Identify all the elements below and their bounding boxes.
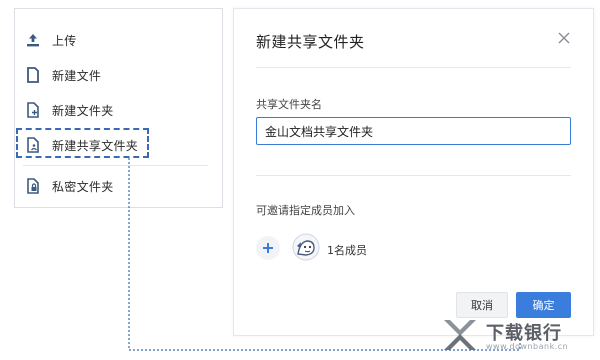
member-count: 1名成员 [327, 244, 367, 257]
menu-divider [23, 165, 208, 166]
menu-item-new-shared-folder[interactable]: 新建共享文件夹 [15, 130, 222, 160]
dialog-divider [256, 67, 571, 68]
new-folder-icon [27, 102, 39, 118]
shared-folder-icon [27, 137, 39, 153]
invite-label: 可邀请指定成员加入 [256, 204, 355, 217]
confirm-button[interactable]: 确定 [516, 292, 571, 318]
file-icon [27, 67, 39, 83]
menu-item-new-file[interactable]: 新建文件 [15, 60, 222, 90]
folder-name-input[interactable] [256, 117, 571, 145]
menu-item-label: 私密文件夹 [52, 179, 114, 194]
menu-item-label: 上传 [52, 33, 77, 48]
watermark-url: www.downbank.cn [486, 342, 569, 351]
close-icon[interactable] [557, 31, 571, 45]
menu-item-upload[interactable]: 上传 [15, 25, 222, 55]
private-folder-icon [27, 178, 39, 194]
plus-icon [263, 243, 273, 253]
menu-item-label: 新建文件夹 [52, 103, 114, 118]
upload-icon [27, 34, 39, 47]
menu-item-label: 新建文件 [52, 68, 102, 83]
cancel-button[interactable]: 取消 [456, 292, 508, 318]
add-member-button[interactable] [256, 236, 280, 260]
menu-item-label: 新建共享文件夹 [52, 138, 139, 153]
avatar-icon [292, 233, 320, 261]
menu-item-private-folder[interactable]: 私密文件夹 [15, 171, 222, 201]
dialog-divider [256, 175, 571, 176]
new-shared-folder-dialog: 新建共享文件夹 共享文件夹名 可邀请指定成员加入 1名成员 取消 确定 [233, 8, 594, 336]
folder-name-label: 共享文件夹名 [256, 98, 322, 111]
menu-item-new-folder[interactable]: 新建文件夹 [15, 95, 222, 125]
dialog-title: 新建共享文件夹 [256, 33, 365, 51]
new-item-menu: 上传 新建文件 新建文件夹 新建共享文件夹 私密文件夹 [14, 8, 223, 208]
